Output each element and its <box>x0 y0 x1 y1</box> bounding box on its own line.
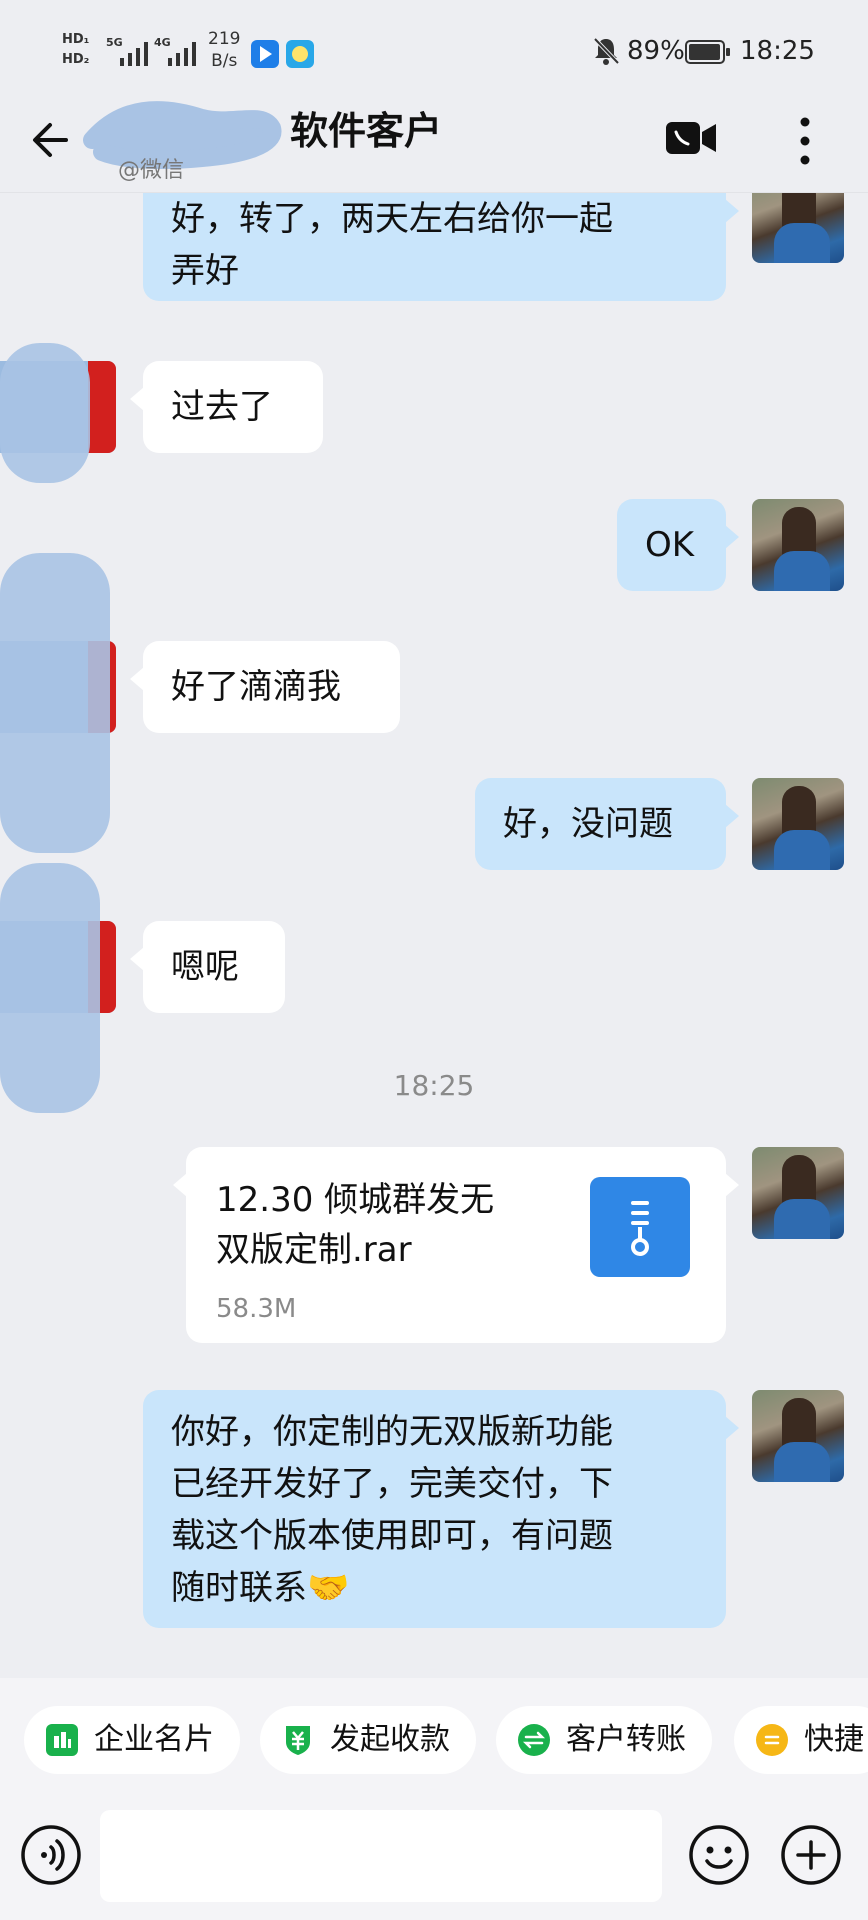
battery-icon <box>685 40 730 64</box>
hd-indicator: HD₁ HD₂ <box>62 30 89 70</box>
message-text-line: 随时联系🤝 <box>171 1568 350 1608</box>
quick-action-quick-reply[interactable]: 快捷 <box>734 1706 868 1774</box>
message-bubble-incoming[interactable]: 过去了 <box>130 361 323 453</box>
business-card-icon <box>46 1724 78 1756</box>
plus-icon[interactable] <box>780 1824 842 1886</box>
hd-bottom-label: HD₂ <box>62 52 90 67</box>
message-bubble-outgoing[interactable]: 好，没问题 <box>475 778 739 870</box>
message-bubble-incoming[interactable]: 嗯呢 <box>130 921 285 1013</box>
chat-title: 软件客户 <box>290 109 443 153</box>
quick-action-business-card[interactable]: 企业名片 <box>24 1706 240 1774</box>
mute-bell-icon <box>593 37 620 65</box>
time-separator: 18:25 <box>393 1069 475 1102</box>
video-call-icon[interactable] <box>664 116 718 160</box>
message-bubble-outgoing[interactable]: 好，转了，两天左右给你一起 弄好 <box>143 193 739 301</box>
quick-action-label: 企业名片 <box>94 1722 214 1757</box>
back-arrow-icon[interactable] <box>26 114 78 166</box>
my-avatar[interactable] <box>752 193 844 263</box>
status-time: 18:25 <box>740 36 815 66</box>
message-text: 嗯呢 <box>171 947 239 987</box>
redaction-scribble <box>0 343 90 483</box>
chat-header: 软件客户 @微信 <box>0 100 868 193</box>
message-list[interactable]: 好，转了，两天左右给你一起 弄好 过去了 OK 好了滴滴我 好，没问题 嗯呢 1… <box>0 193 868 1678</box>
archive-file-icon <box>590 1177 690 1277</box>
file-name: 12.30 倾城群发无 双版定制.rar <box>216 1175 576 1275</box>
message-text-line: 你好，你定制的无双版新功能 <box>171 1412 613 1452</box>
network-speed: 219 B/s <box>208 28 240 72</box>
file-message-card[interactable]: 12.30 倾城群发无 双版定制.rar 58.3M <box>173 1147 739 1343</box>
quick-action-label: 客户转账 <box>566 1722 686 1757</box>
quick-action-label: 发起收款 <box>330 1722 450 1757</box>
my-avatar[interactable] <box>752 778 844 870</box>
app-notification-icon-2 <box>286 40 314 68</box>
message-text-line: 好，转了，两天左右给你一起 <box>171 199 613 239</box>
message-bubble-outgoing[interactable]: 你好，你定制的无双版新功能 已经开发好了，完美交付，下 载这个版本使用即可，有问… <box>143 1390 739 1628</box>
message-text: 好，没问题 <box>503 804 673 844</box>
app-notification-icon <box>251 40 279 68</box>
more-vertical-icon[interactable] <box>790 114 820 168</box>
message-text-line: 弄好 <box>171 251 239 291</box>
emoji-icon[interactable] <box>688 1824 750 1886</box>
file-size: 58.3M <box>216 1294 297 1324</box>
message-text: 过去了 <box>171 387 273 427</box>
speed-value: 219 <box>208 29 241 49</box>
battery-percent: 89% <box>627 36 685 66</box>
voice-input-icon[interactable] <box>20 1824 82 1886</box>
my-avatar[interactable] <box>752 499 844 591</box>
quick-action-payment[interactable]: 发起收款 <box>260 1706 476 1774</box>
transfer-icon <box>518 1724 550 1756</box>
quick-reply-icon <box>756 1724 788 1756</box>
quick-action-label: 快捷 <box>804 1722 864 1757</box>
chat-subtitle: @微信 <box>118 158 185 183</box>
input-bar <box>0 1800 868 1920</box>
message-text: OK <box>645 525 695 565</box>
my-avatar[interactable] <box>752 1390 844 1482</box>
message-input[interactable] <box>100 1810 662 1902</box>
quick-actions-bar: 企业名片 发起收款 客户转账 快捷 <box>0 1678 868 1800</box>
payment-request-icon <box>286 1726 310 1755</box>
message-bubble-outgoing[interactable]: OK <box>617 499 739 591</box>
message-text-line: 已经开发好了，完美交付，下 <box>171 1464 613 1504</box>
redaction-scribble <box>0 553 110 853</box>
hd-top-label: HD₁ <box>62 32 90 47</box>
message-text-line: 载这个版本使用即可，有问题 <box>171 1516 613 1556</box>
message-bubble-incoming[interactable]: 好了滴滴我 <box>130 641 400 733</box>
speed-unit: B/s <box>211 51 238 71</box>
status-bar: HD₁ HD₂ 5G 4G 219 B/s 89% 18:25 <box>0 0 868 100</box>
quick-action-transfer[interactable]: 客户转账 <box>496 1706 712 1774</box>
file-name-line: 12.30 倾城群发无 <box>216 1180 495 1220</box>
message-text: 好了滴滴我 <box>171 667 341 707</box>
my-avatar[interactable] <box>752 1147 844 1239</box>
file-name-line: 双版定制.rar <box>216 1230 412 1270</box>
